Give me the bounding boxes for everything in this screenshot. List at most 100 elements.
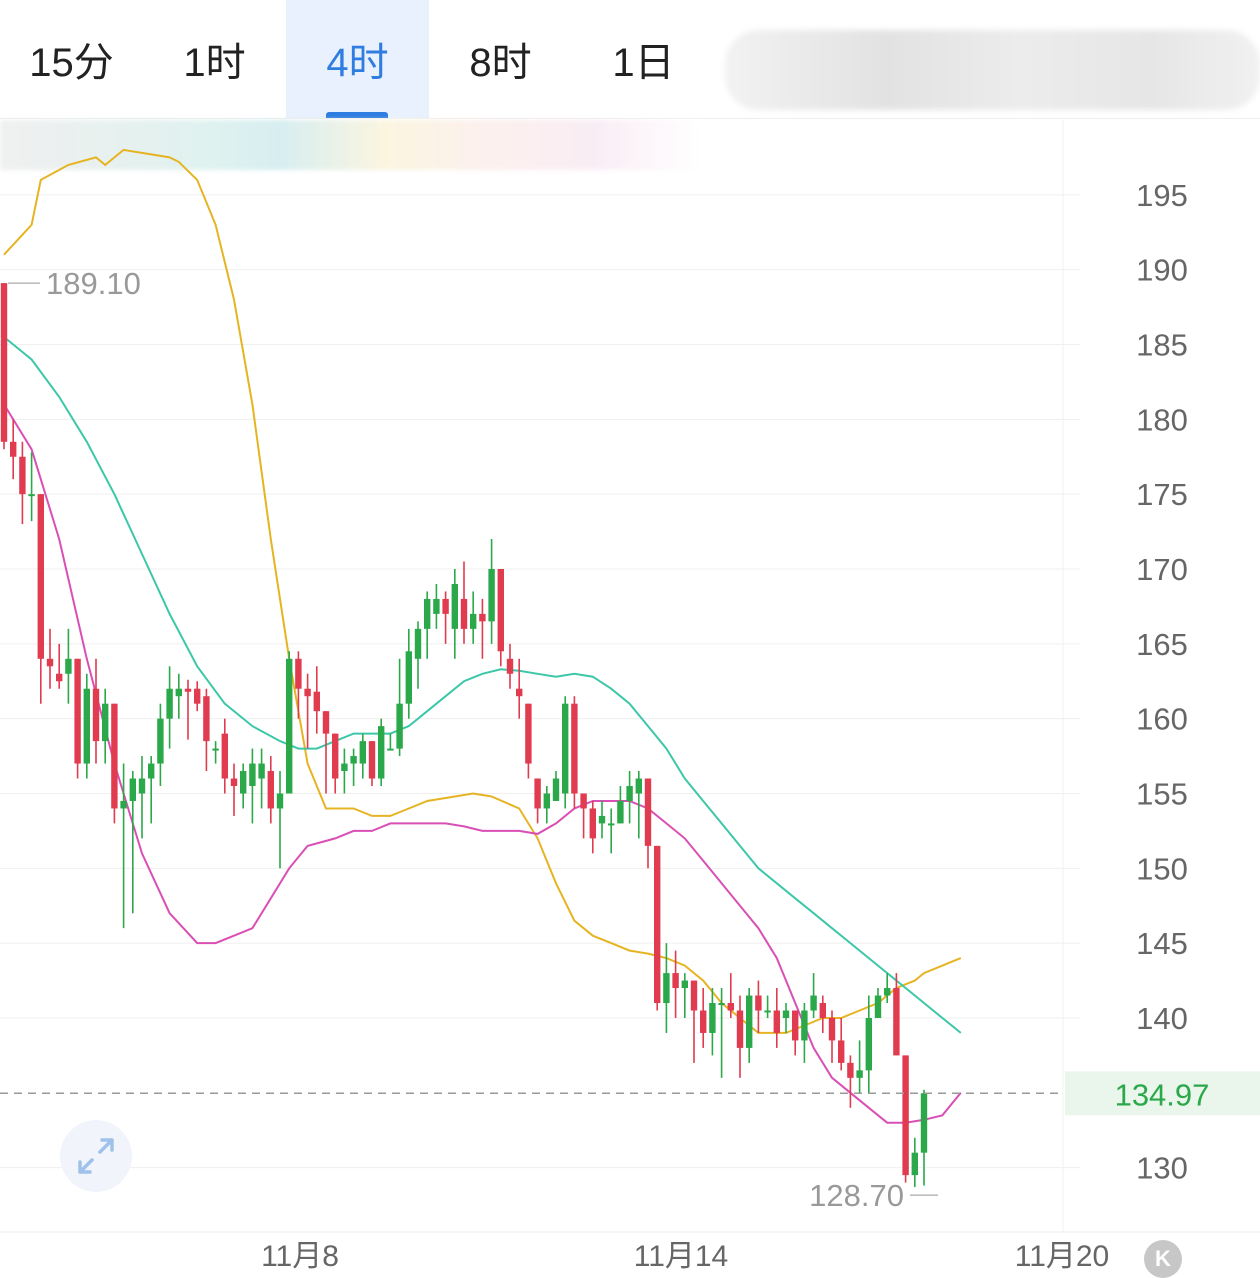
candle-body: [690, 980, 698, 1011]
candle-body: [598, 815, 606, 824]
candle-body: [902, 1055, 909, 1176]
candle: [920, 1089, 928, 1186]
candle-body: [663, 973, 670, 1004]
min-marker-label: 128.70: [809, 1178, 904, 1213]
candle-body: [543, 793, 550, 809]
candle: [681, 973, 688, 1018]
candle-body: [322, 711, 330, 734]
current-price-label: 134.97: [1115, 1077, 1210, 1112]
candle-body: [37, 494, 44, 659]
candle: [847, 1055, 854, 1108]
candle: [240, 763, 247, 809]
candle-body: [194, 688, 201, 704]
y-tick-label: 160: [1136, 702, 1188, 737]
candle-body: [479, 613, 486, 622]
candle-body: [773, 1010, 780, 1033]
candle: [37, 494, 44, 704]
candle: [598, 800, 606, 839]
candle-body: [920, 1093, 928, 1153]
candle: [92, 658, 100, 764]
expand-button[interactable]: [60, 1120, 132, 1192]
candlestick-chart[interactable]: 195 190 185 180 175 170 165 160 155 150 145 140 130 1…: [0, 0, 1260, 1278]
candle-body: [341, 763, 348, 772]
candle: [359, 733, 366, 779]
x-tick-label: 11月20: [1015, 1240, 1110, 1273]
candle-body: [755, 995, 762, 1011]
candle: [442, 591, 449, 644]
candle: [810, 973, 817, 1018]
y-tick-label: 150: [1136, 851, 1188, 886]
candle: [856, 1040, 863, 1093]
candle: [801, 1003, 808, 1063]
candle: [838, 1017, 845, 1071]
candle: [516, 658, 523, 719]
candle-body: [28, 494, 35, 497]
candle: [46, 628, 54, 689]
candle: [902, 1055, 909, 1183]
y-tick-label: 180: [1136, 402, 1188, 437]
candle: [865, 995, 872, 1093]
y-tick-label: 145: [1136, 926, 1188, 961]
candle: [304, 673, 311, 749]
candle: [276, 771, 284, 869]
candle-body: [617, 800, 624, 824]
candle: [424, 591, 431, 659]
candle-body: [111, 703, 118, 809]
candle: [746, 988, 753, 1063]
candle-body: [249, 763, 256, 787]
candle-body: [672, 973, 679, 989]
candle: [580, 793, 587, 839]
candle: [764, 995, 771, 1018]
y-tick-label: 175: [1136, 477, 1188, 512]
candle-body: [267, 771, 274, 809]
upper-band-line: [3, 148, 962, 1034]
candle-body: [56, 673, 63, 682]
candle-body: [460, 598, 468, 629]
candle-body: [470, 613, 477, 629]
candle-body: [148, 763, 155, 779]
candle: [773, 988, 780, 1048]
mid-band-line: [3, 336, 962, 1034]
lower-band-line: [3, 403, 962, 1124]
candle: [212, 741, 219, 764]
candle-body: [884, 988, 891, 996]
candle-body: [562, 703, 569, 794]
candle-body: [911, 1152, 918, 1176]
candle-body: [819, 1003, 826, 1018]
candle: [433, 583, 440, 629]
candle: [562, 696, 569, 809]
candle-body: [424, 598, 431, 629]
candle-body: [332, 733, 339, 779]
candle: [911, 1137, 918, 1188]
candle-body: [580, 793, 587, 809]
candle-body: [856, 1070, 863, 1078]
candle: [709, 988, 716, 1056]
candle-body: [240, 771, 247, 794]
candle-body: [847, 1062, 854, 1078]
candle-body: [506, 658, 514, 674]
candle: [378, 718, 385, 787]
candle: [589, 800, 596, 854]
candle: [102, 688, 109, 764]
candle: [332, 733, 339, 794]
candle-body: [644, 778, 652, 846]
candle: [700, 988, 707, 1048]
y-tick-label: 155: [1136, 776, 1188, 811]
candle-body: [488, 568, 495, 622]
candle: [203, 688, 210, 772]
candle-body: [442, 598, 449, 614]
candle-body: [736, 1010, 744, 1048]
y-tick-label: 130: [1136, 1151, 1188, 1186]
candle-body: [350, 756, 357, 764]
candle: [644, 778, 652, 869]
candle-body: [828, 1017, 836, 1041]
candle: [111, 703, 118, 824]
candle: [0, 283, 8, 450]
k-logo-button[interactable]: K: [1144, 1240, 1182, 1278]
y-tick-label: 140: [1136, 1001, 1188, 1036]
candle-body: [764, 1010, 771, 1013]
candle: [506, 643, 514, 689]
candle-body: [286, 658, 293, 794]
candle: [387, 733, 394, 751]
candle: [414, 621, 422, 689]
